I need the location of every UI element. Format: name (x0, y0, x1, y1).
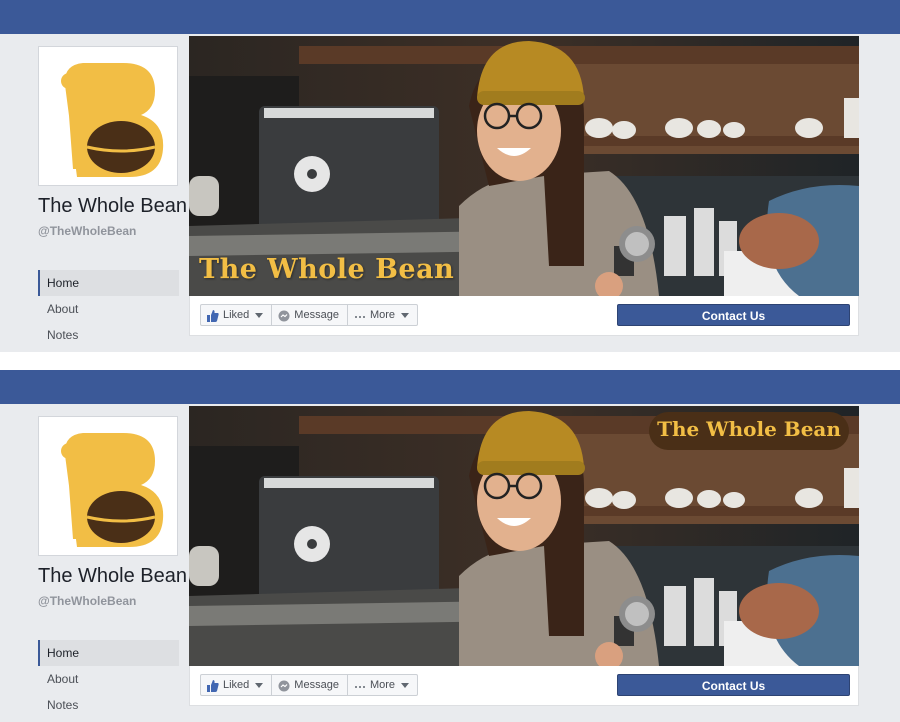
cover-photo[interactable]: The Whole Bean (189, 36, 859, 296)
nav-item-about[interactable]: About (38, 666, 179, 692)
action-button-group: Liked Message More (200, 674, 418, 696)
more-button-label: More (369, 679, 395, 691)
profile-picture[interactable] (38, 46, 178, 186)
ellipsis-icon (354, 309, 366, 321)
message-button-label: Message (294, 679, 339, 691)
profile-picture[interactable] (38, 416, 178, 556)
top-nav-bar (0, 0, 900, 34)
top-nav-bar (0, 370, 900, 404)
nav-item-about[interactable]: About (38, 296, 179, 322)
facebook-page-mockup-2: The Whole Bean @TheWholeBean Home About … (0, 370, 900, 722)
more-button[interactable]: More (346, 674, 418, 696)
more-button[interactable]: More (346, 304, 418, 326)
logo-graphic (61, 433, 164, 547)
cover-photo[interactable]: The Whole Bean (189, 406, 859, 666)
caret-down-icon (401, 682, 409, 688)
message-button-label: Message (294, 309, 339, 321)
liked-button-label: Liked (223, 309, 250, 321)
page-handle[interactable]: @TheWholeBean (38, 224, 136, 238)
message-icon (278, 679, 290, 692)
liked-button-label: Liked (223, 679, 250, 691)
message-button[interactable]: Message (271, 304, 348, 326)
nav-item-notes[interactable]: Notes (38, 322, 179, 348)
ellipsis-icon (354, 679, 366, 691)
facebook-page-mockup-1: The Whole Bean @TheWholeBean Home About … (0, 0, 900, 352)
liked-button[interactable]: Liked (200, 674, 273, 696)
thumbs-up-icon (207, 309, 219, 322)
page-handle[interactable]: @TheWholeBean (38, 594, 136, 608)
page-nav: Home About Notes (38, 270, 179, 348)
nav-item-notes[interactable]: Notes (38, 692, 179, 718)
action-button-group: Liked Message More (200, 304, 418, 326)
page-action-bar: Liked Message More Contact Us (189, 296, 859, 336)
contact-us-button[interactable]: Contact Us (617, 304, 850, 326)
page-nav: Home About Notes (38, 640, 179, 718)
liked-button[interactable]: Liked (200, 304, 273, 326)
page-name[interactable]: The Whole Bean (38, 195, 187, 218)
message-button[interactable]: Message (271, 674, 348, 696)
nav-item-home[interactable]: Home (38, 270, 179, 296)
cover-title-text: The Whole Bean (199, 254, 455, 285)
thumbs-up-icon (207, 679, 219, 692)
cover-title-badge: The Whole Bean (649, 412, 849, 450)
caret-down-icon (401, 312, 409, 318)
page-name[interactable]: The Whole Bean (38, 565, 187, 588)
more-button-label: More (369, 309, 395, 321)
caret-down-icon (255, 312, 264, 318)
logo-graphic (61, 63, 164, 177)
contact-us-button[interactable]: Contact Us (617, 674, 850, 696)
nav-item-home[interactable]: Home (38, 640, 179, 666)
cover-title-text: The Whole Bean (657, 417, 841, 441)
caret-down-icon (255, 682, 264, 688)
message-icon (278, 309, 290, 322)
page-action-bar: Liked Message More Contact Us (189, 666, 859, 706)
